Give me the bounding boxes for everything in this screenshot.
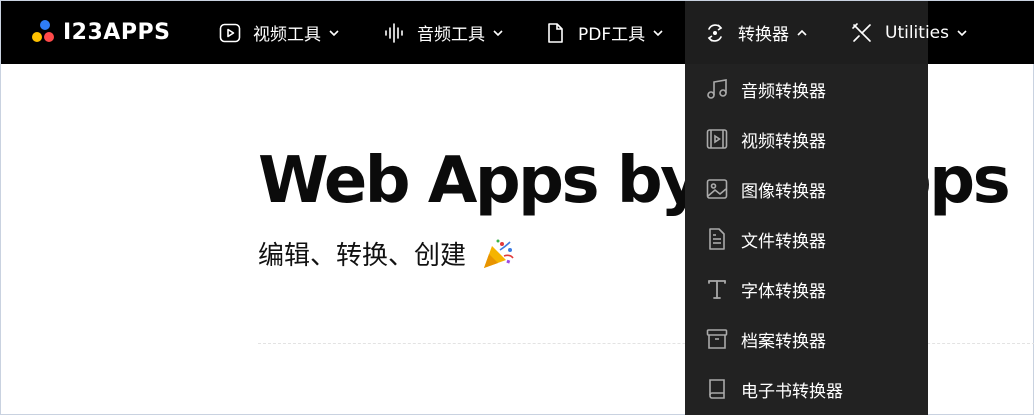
- logo-text: I23APPS: [63, 19, 171, 45]
- play-icon: [219, 22, 241, 44]
- chevron-down-icon: [329, 29, 339, 36]
- dropdown-item-label: 字体转换器: [741, 281, 826, 302]
- converters-dropdown: 音频转换器 视频转换器 图像转换器 文件转换器 字体转换器 档案转换器 电子书转…: [685, 64, 928, 415]
- tools-icon: [851, 22, 873, 44]
- dropdown-item-image-converter[interactable]: 图像转换器: [685, 164, 928, 214]
- nav-audio-label: 音频工具: [417, 25, 485, 45]
- page-subtitle: 编辑、转换、创建: [258, 235, 516, 272]
- nav-utilities[interactable]: Utilities: [851, 1, 968, 64]
- logo-dots-icon: [31, 19, 57, 45]
- dropdown-item-archive-converter[interactable]: 档案转换器: [685, 314, 928, 364]
- nav-pdf-label: PDF工具: [578, 25, 646, 45]
- file-icon: [709, 228, 725, 250]
- convert-icon: [704, 22, 726, 44]
- chevron-down-icon: [653, 29, 663, 36]
- film-icon: [706, 129, 728, 149]
- dropdown-item-label: 文件转换器: [741, 231, 826, 252]
- dropdown-item-video-converter[interactable]: 视频转换器: [685, 114, 928, 164]
- dropdown-item-font-converter[interactable]: 字体转换器: [685, 264, 928, 314]
- nav-converters-label: 转换器: [738, 25, 789, 45]
- dropdown-item-label: 图像转换器: [741, 181, 826, 202]
- archive-icon: [706, 329, 728, 349]
- font-icon: [708, 280, 726, 299]
- dropdown-item-label: 视频转换器: [741, 131, 826, 152]
- dropdown-item-label: 音频转换器: [741, 81, 826, 102]
- waveform-icon: [383, 22, 405, 44]
- book-icon: [709, 379, 725, 399]
- dropdown-item-label: 电子书转换器: [741, 381, 843, 402]
- chevron-down-icon: [493, 29, 503, 36]
- top-nav: I23APPS 视频工具 音频工具 PDF工具 转换器 Utilities: [1, 1, 1034, 64]
- chevron-up-icon: [797, 29, 807, 36]
- nav-video-tools[interactable]: 视频工具: [219, 1, 340, 64]
- subtitle-text: 编辑、转换、创建: [258, 241, 467, 271]
- party-popper-icon: [484, 239, 514, 268]
- chevron-down-icon: [957, 29, 967, 36]
- music-note-icon: [707, 79, 727, 99]
- dropdown-item-file-converter[interactable]: 文件转换器: [685, 214, 928, 264]
- dropdown-item-audio-converter[interactable]: 音频转换器: [685, 64, 928, 114]
- nav-video-label: 视频工具: [253, 25, 321, 45]
- dropdown-item-ebook-converter[interactable]: 电子书转换器: [685, 364, 928, 414]
- nav-pdf-tools[interactable]: PDF工具: [544, 1, 664, 64]
- image-icon: [706, 179, 728, 199]
- document-icon: [544, 22, 566, 44]
- nav-utilities-label: Utilities: [885, 22, 949, 43]
- dropdown-item-label: 档案转换器: [741, 331, 826, 352]
- logo[interactable]: I23APPS: [31, 18, 170, 46]
- nav-audio-tools[interactable]: 音频工具: [383, 1, 504, 64]
